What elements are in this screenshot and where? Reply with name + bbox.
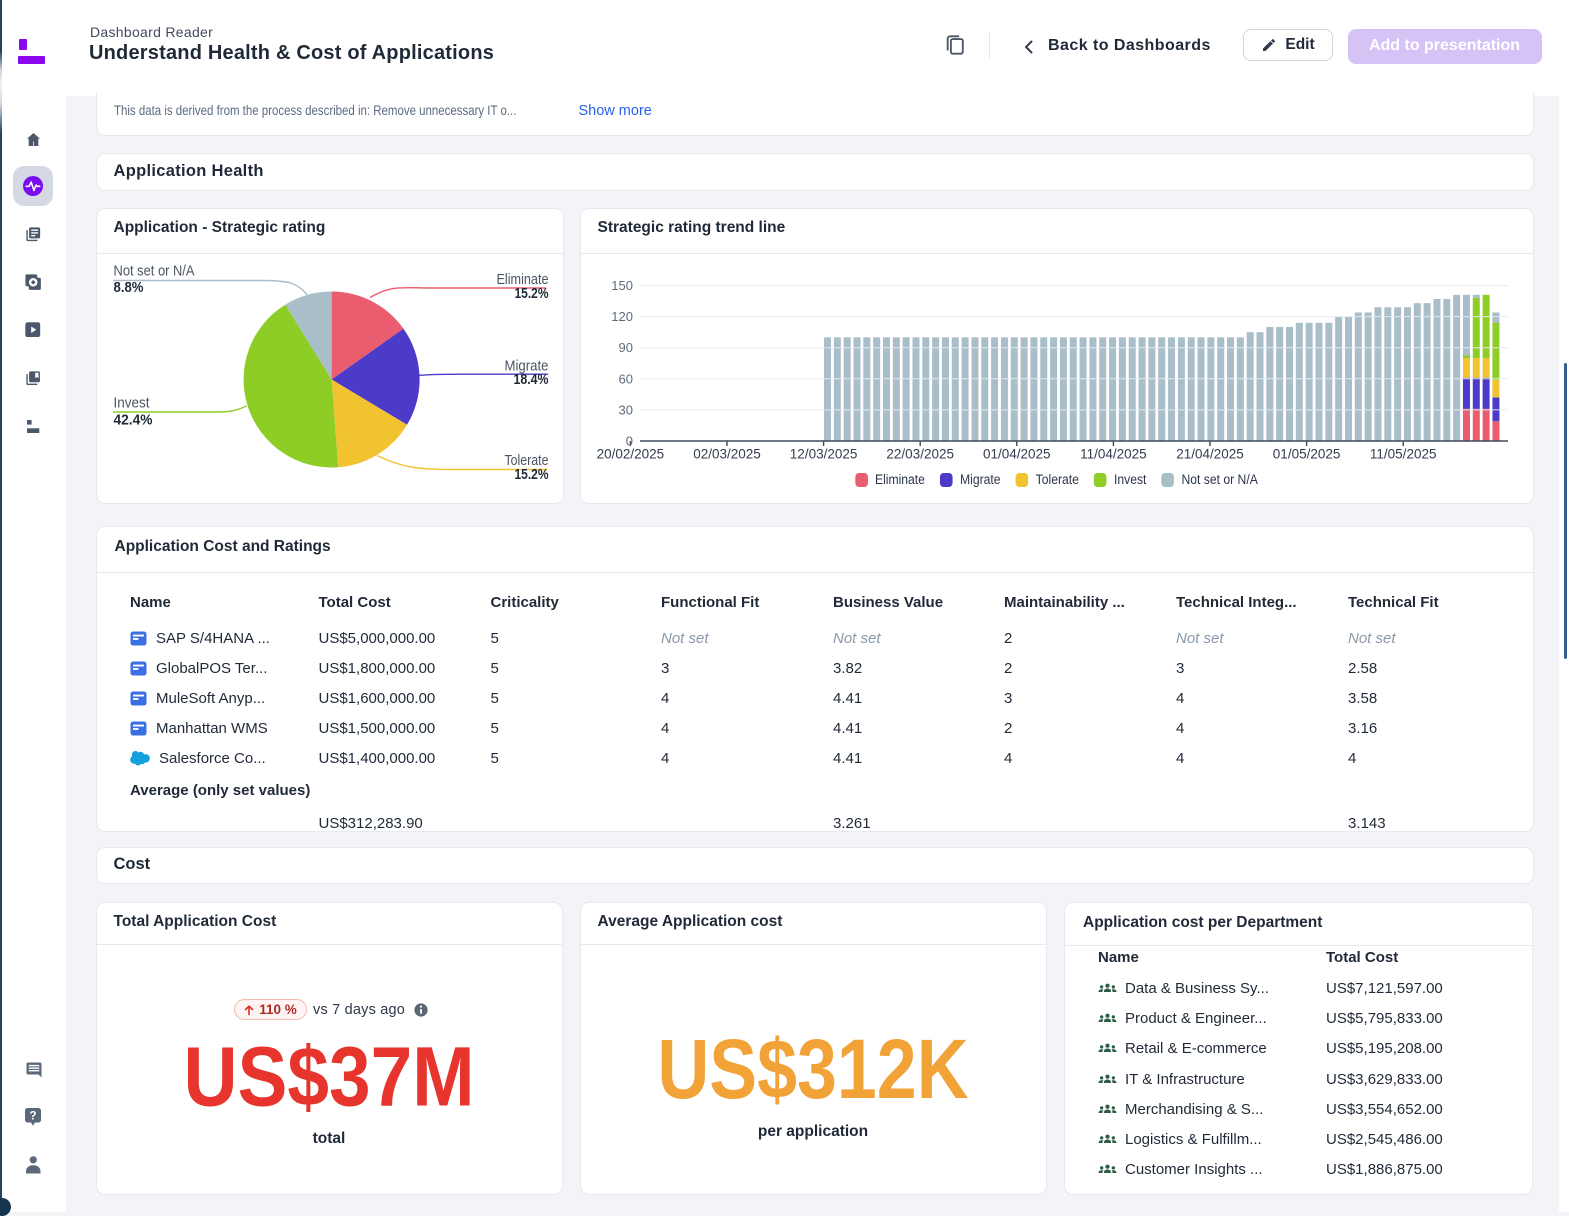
- svg-text:60: 60: [619, 371, 633, 386]
- svg-text:?: ?: [30, 1110, 37, 1122]
- svg-text:12/03/2025: 12/03/2025: [790, 446, 858, 461]
- svg-text:15.2%: 15.2%: [515, 286, 549, 302]
- svg-text:21/04/2025: 21/04/2025: [1176, 446, 1244, 461]
- svg-text:150: 150: [611, 278, 633, 293]
- svg-text:120: 120: [611, 309, 633, 324]
- svg-text:01/05/2025: 01/05/2025: [1273, 446, 1341, 461]
- svg-text:15.2%: 15.2%: [515, 467, 549, 483]
- svg-text:11/04/2025: 11/04/2025: [1080, 446, 1147, 461]
- svg-text:02/03/2025: 02/03/2025: [693, 446, 761, 461]
- svg-text:18.4%: 18.4%: [514, 372, 549, 388]
- svg-text:8.8%: 8.8%: [114, 280, 144, 296]
- svg-text:US$312K: US$312K: [658, 1023, 969, 1116]
- svg-text:30: 30: [619, 402, 633, 417]
- svg-text:01/04/2025: 01/04/2025: [983, 446, 1051, 461]
- svg-text:20/02/2025: 20/02/2025: [597, 446, 665, 461]
- svg-text:90: 90: [619, 340, 633, 355]
- svg-text:Not set or N/A: Not set or N/A: [114, 263, 195, 279]
- svg-text:11/05/2025: 11/05/2025: [1370, 446, 1437, 461]
- svg-text:Invest: Invest: [114, 395, 150, 411]
- svg-text:US$37M: US$37M: [184, 1030, 475, 1123]
- svg-text:22/03/2025: 22/03/2025: [886, 446, 954, 461]
- svg-text:42.4%: 42.4%: [114, 412, 153, 428]
